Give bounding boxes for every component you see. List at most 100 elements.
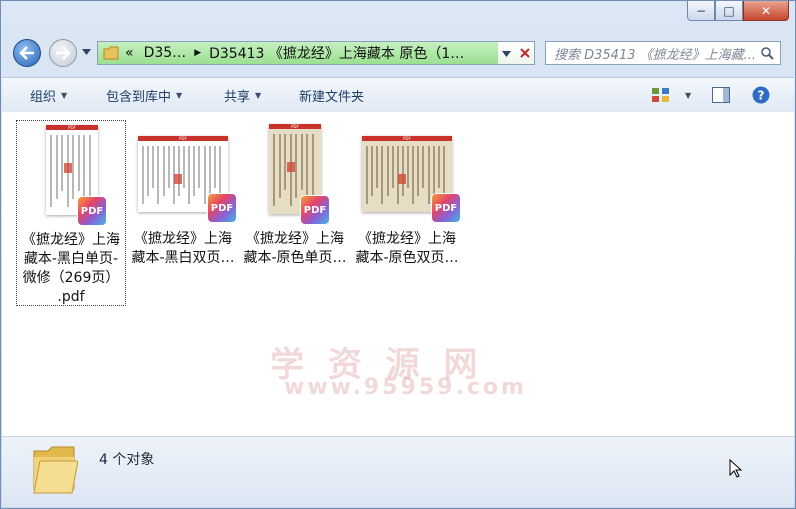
red-seal	[174, 174, 182, 184]
folder-icon	[103, 46, 119, 60]
text-column	[77, 135, 80, 191]
explorer-window: − □ ✕ « D35… ▶ D35413 《摭龙经》上海藏本 原色（1… 搜索…	[0, 0, 796, 509]
text-column	[183, 146, 185, 188]
text-column	[177, 146, 180, 196]
text-column	[162, 146, 165, 196]
file-name-line: 《摭龙经》上海	[22, 232, 120, 248]
recent-pages-dropdown-icon[interactable]	[82, 49, 91, 55]
file-item[interactable]: PDF PDF 《摭龙经》上海 藏本-原色单页…	[240, 120, 350, 306]
chevron-down-icon: ▼	[61, 90, 68, 100]
text-column	[300, 134, 303, 190]
text-column	[412, 146, 415, 204]
text-column	[432, 146, 435, 196]
help-button[interactable]: ?	[752, 78, 770, 112]
back-button[interactable]	[13, 39, 41, 67]
pdf-file-icon: PDF	[208, 194, 236, 222]
file-name-line: 《摭龙经》上海	[358, 231, 456, 247]
text-column	[50, 135, 52, 207]
pdf-file-icon: PDF	[301, 196, 329, 224]
text-column	[61, 135, 63, 191]
stop-icon[interactable]	[520, 48, 530, 58]
file-name-line: 微修（269页）	[22, 270, 120, 286]
text-column	[391, 146, 394, 188]
details-pane: 4 个对象	[2, 436, 794, 507]
text-column	[203, 146, 206, 204]
text-column	[55, 135, 58, 199]
include-in-library-menu[interactable]: 包含到库中 ▼	[106, 78, 182, 112]
new-folder-button[interactable]: 新建文件夹	[299, 78, 364, 112]
text-column	[437, 146, 440, 188]
breadcrumb-item-parent[interactable]: D35…	[144, 45, 187, 61]
text-column	[157, 146, 160, 204]
thumbnail-header: PDF	[362, 136, 452, 141]
chevron-down-icon: ▼	[685, 90, 692, 100]
search-input[interactable]: 搜索 D35413 《摭龙经》上海藏...	[545, 41, 781, 65]
address-bar[interactable]: « D35… ▶ D35413 《摭龙经》上海藏本 原色（1…	[97, 41, 535, 65]
command-bar: 组织 ▼ 包含到库中 ▼ 共享 ▼ 新建文件夹 ▼ ?	[2, 77, 794, 113]
maximize-icon: □	[723, 3, 735, 18]
maximize-button[interactable]: □	[715, 1, 743, 21]
file-name-line: 《摭龙经》上海	[246, 231, 344, 247]
breadcrumb-item-current[interactable]: D35413 《摭龙经》上海藏本 原色（1…	[209, 43, 464, 63]
pdf-file-icon: PDF	[432, 194, 460, 222]
view-thumbnails-icon	[652, 88, 669, 102]
breadcrumb-overflow[interactable]: «	[125, 45, 134, 61]
red-seal	[64, 163, 72, 173]
chevron-down-icon: ▼	[255, 90, 262, 100]
search-placeholder: 搜索 D35413 《摭龙经》上海藏...	[554, 47, 757, 63]
text-column	[273, 134, 275, 206]
include-in-library-label: 包含到库中	[106, 89, 172, 105]
preview-pane-button[interactable]	[712, 78, 730, 112]
text-column	[427, 146, 430, 204]
close-button[interactable]: ✕	[743, 1, 789, 21]
forward-arrow-icon	[56, 46, 71, 60]
text-column	[142, 146, 144, 204]
file-name-line: 藏本-原色单页…	[243, 250, 347, 266]
text-column	[366, 146, 368, 204]
text-column	[386, 146, 389, 196]
text-column	[371, 146, 374, 196]
text-column	[72, 135, 74, 199]
help-icon: ?	[752, 86, 770, 104]
new-folder-label: 新建文件夹	[299, 89, 365, 105]
svg-text:?: ?	[758, 89, 765, 103]
red-seal	[398, 174, 406, 184]
breadcrumb-separator-icon: ▶	[194, 48, 202, 58]
forward-button[interactable]	[49, 39, 77, 67]
file-name: 《摭龙经》上海 藏本-原色双页…	[352, 230, 462, 268]
thumbnail-header: PDF	[46, 125, 98, 130]
chevron-down-icon: ▼	[176, 90, 183, 100]
window-controls: − □ ✕	[687, 1, 789, 21]
file-list-pane[interactable]: 学 资 源 网 www.95959.com PDF PDF 《摭龙经》上海 藏本-黑白…	[2, 112, 794, 437]
text-column	[381, 146, 384, 204]
pdf-file-icon: PDF	[78, 197, 106, 225]
minimize-button[interactable]: −	[687, 1, 715, 21]
text-column	[417, 146, 420, 196]
file-name-line: 藏本-原色双页…	[355, 250, 459, 266]
file-name: 《摭龙经》上海 藏本-黑白双页…	[128, 230, 238, 268]
text-column	[295, 134, 297, 198]
text-column	[213, 146, 216, 188]
text-column	[422, 146, 425, 188]
text-column	[198, 146, 201, 188]
thumbnail-header: PDF	[138, 136, 228, 141]
watermark-url: www.95959.com	[284, 375, 527, 400]
minimize-icon: −	[695, 3, 707, 18]
organize-menu[interactable]: 组织 ▼	[30, 78, 67, 112]
item-count: 4 个对象	[99, 452, 155, 468]
search-icon[interactable]	[761, 47, 774, 60]
text-column	[401, 146, 404, 196]
file-name-line: 藏本-黑白双页…	[131, 250, 235, 266]
share-menu[interactable]: 共享 ▼	[224, 78, 261, 112]
view-options-button[interactable]: ▼	[652, 78, 691, 112]
text-column	[193, 146, 196, 196]
back-arrow-icon	[19, 46, 34, 60]
text-column	[376, 146, 379, 188]
text-column	[188, 146, 191, 204]
file-name-line: .pdf	[57, 289, 85, 305]
file-item[interactable]: PDF PDF 《摭龙经》上海 藏本-原色双页…	[352, 120, 462, 306]
file-item[interactable]: PDF PDF 《摭龙经》上海 藏本-黑白单页- 微修（269页） .pdf	[16, 120, 126, 306]
address-dropdown-icon[interactable]	[502, 51, 511, 57]
file-item[interactable]: PDF PDF 《摭龙经》上海 藏本-黑白双页…	[128, 120, 238, 306]
text-column	[284, 134, 286, 190]
